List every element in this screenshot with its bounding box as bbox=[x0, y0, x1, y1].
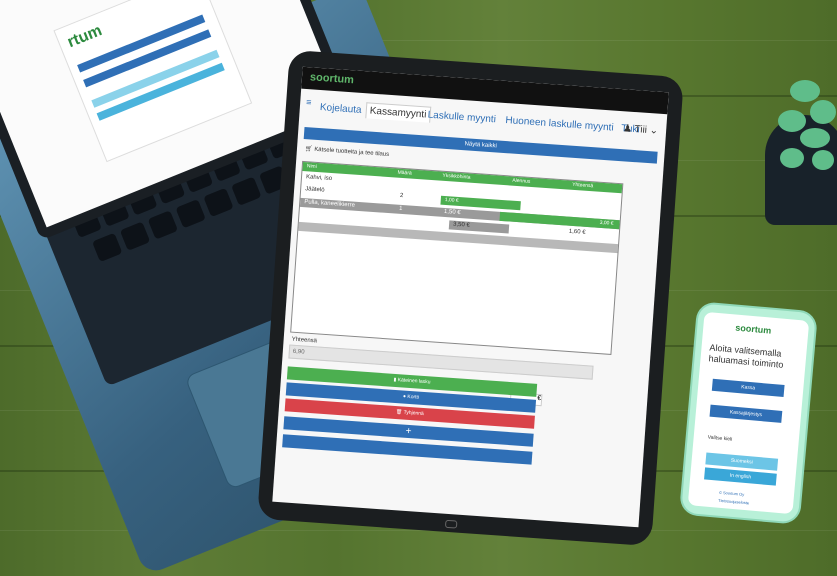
tablet-home-button bbox=[444, 519, 458, 529]
col-header-name: Nimi bbox=[306, 163, 317, 170]
tab-kassamyynti[interactable]: Kassamyynti bbox=[365, 102, 431, 123]
row-total-2: 1,60 € bbox=[568, 228, 586, 236]
user-icon: ♟ bbox=[622, 123, 633, 135]
keyboard-key bbox=[91, 232, 123, 263]
tab-huoneen-laskulle-myynti[interactable]: Huoneen laskulle myynti bbox=[505, 115, 614, 134]
plant-leaf bbox=[780, 148, 804, 168]
tablet-device: soortum ≡ Kojelauta Kassamyynti Laskulle… bbox=[257, 49, 684, 547]
cash-invoice-label: Käteinen lasku bbox=[397, 377, 431, 386]
row-qty: 1 bbox=[398, 205, 403, 213]
tablet-screen: soortum ≡ Kojelauta Kassamyynti Laskulle… bbox=[272, 66, 669, 528]
row-price: 1,50 € bbox=[443, 208, 461, 217]
row-total: 3,00 € bbox=[599, 219, 614, 227]
plant-leaf bbox=[800, 128, 830, 148]
keyboard-key bbox=[175, 199, 206, 229]
col-header-qty: Määrä bbox=[397, 169, 412, 177]
total-cell: 3,00 € bbox=[499, 211, 620, 230]
cart-title: 🛒︎ Kätsele tuotteita ja tee tilaus bbox=[305, 145, 390, 158]
plus-icon: + bbox=[405, 425, 412, 438]
keyboard-key bbox=[203, 187, 234, 218]
total-label: Yhteensä bbox=[291, 336, 318, 345]
copyright-text: © Soortum Oy bbox=[718, 489, 745, 497]
col-header-discount: Alennus bbox=[512, 177, 531, 185]
row-qty: 2 bbox=[399, 192, 404, 200]
english-button[interactable]: In english bbox=[704, 467, 777, 486]
col-header-price: Yksikköhinta bbox=[442, 172, 471, 181]
order-table: Nimi Määrä Yksikköhinta Alennus Yhteensä… bbox=[290, 160, 624, 355]
keyboard-key bbox=[231, 176, 262, 206]
kassa-button[interactable]: Kassa bbox=[711, 378, 785, 397]
euro-symbol: € bbox=[537, 394, 542, 403]
col-header-total: Yhteensä bbox=[571, 181, 594, 190]
card-label: Kortti bbox=[407, 393, 420, 401]
menu-icon[interactable]: ≡ bbox=[306, 97, 312, 107]
row-name: Jäätelö bbox=[304, 186, 325, 194]
plant-leaf bbox=[778, 110, 806, 132]
kassajarjestys-button[interactable]: Kassajärjestys bbox=[709, 404, 783, 423]
cart-icon: 🛒︎ bbox=[304, 146, 313, 153]
plant-leaf bbox=[810, 100, 836, 124]
phone-device: soortum Aloita valitsemalla haluamasi to… bbox=[681, 303, 816, 523]
privacy-link[interactable]: Tietosuojaseloste bbox=[718, 498, 749, 506]
user-menu[interactable]: ♟ Tiii ⌄ bbox=[623, 123, 659, 136]
user-name: Tiii bbox=[634, 124, 648, 136]
row-name: Pulla, kaneelikierre bbox=[304, 199, 356, 209]
tab-laskulle-myynti[interactable]: Laskulle myynti bbox=[427, 110, 496, 126]
subtotal-cell: 3,50 € bbox=[448, 220, 510, 234]
row-name: Kahvi, iso bbox=[305, 174, 333, 183]
language-label: Valitse kieli bbox=[707, 434, 733, 443]
phone-title: Aloita valitsemalla haluamasi toiminto bbox=[708, 342, 784, 370]
laptop-login-card: rtum bbox=[53, 0, 253, 163]
subtotal-value: 3,50 € bbox=[452, 221, 470, 229]
cart-title-text: Kätsele tuotteita ja tee tilaus bbox=[314, 146, 390, 158]
phone-logo: soortum bbox=[734, 322, 772, 336]
laptop-logo: rtum bbox=[65, 22, 105, 52]
keyboard-key bbox=[119, 221, 151, 251]
wood-grain bbox=[0, 530, 837, 531]
plant-leaf bbox=[812, 150, 834, 170]
tab-kojelauta[interactable]: Kojelauta bbox=[320, 102, 362, 116]
keyboard-key bbox=[147, 210, 179, 240]
row-price: 1,00 € bbox=[444, 196, 459, 204]
clear-label: Tyhjennä bbox=[403, 409, 424, 418]
tablet-logo: soortum bbox=[309, 71, 355, 87]
chevron-down-icon: ⌄ bbox=[649, 125, 659, 137]
plant-leaf bbox=[790, 80, 820, 102]
phone-screen: soortum Aloita valitsemalla haluamasi to… bbox=[687, 311, 810, 515]
table-row[interactable]: Kahvi, iso bbox=[306, 174, 332, 182]
